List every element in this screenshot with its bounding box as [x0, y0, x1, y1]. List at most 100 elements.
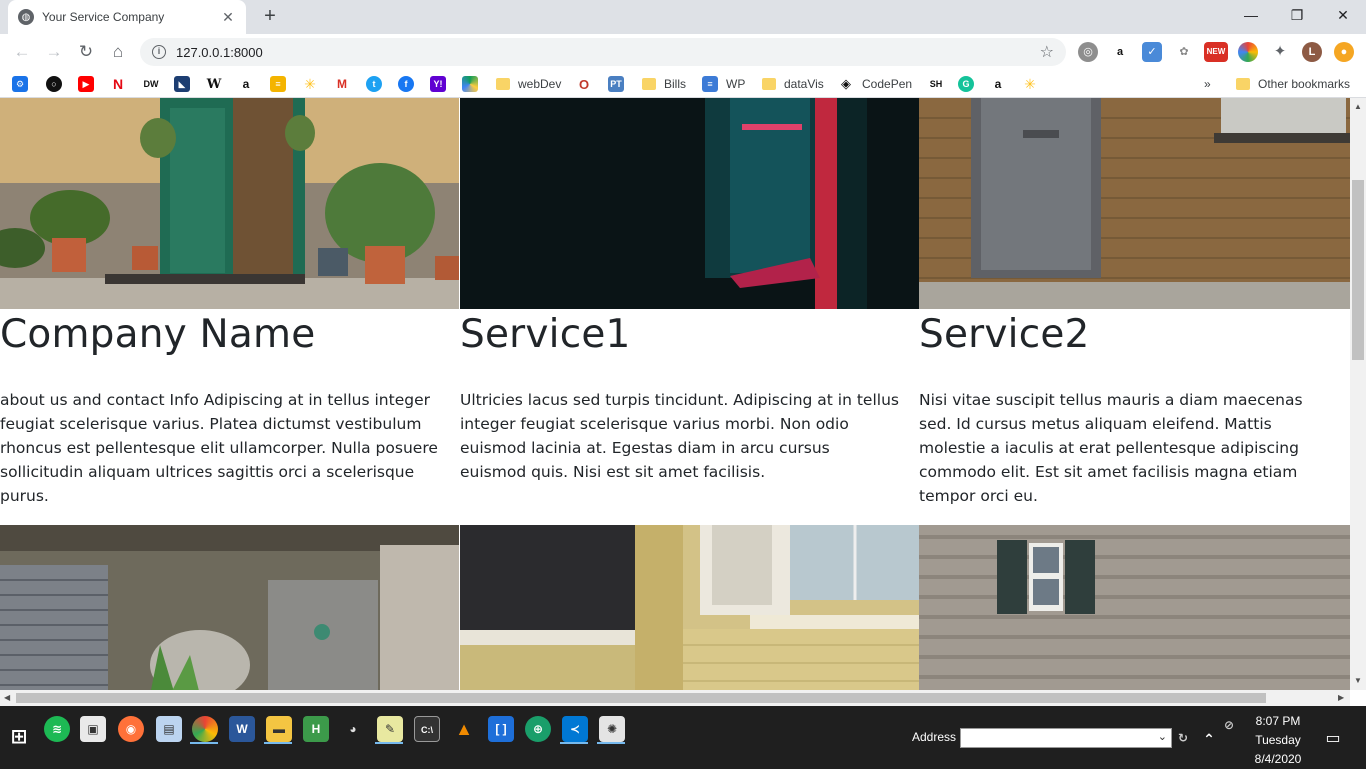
- terminal-icon[interactable]: C:\: [414, 716, 440, 742]
- clock-day: Tuesday: [1255, 733, 1301, 747]
- store-icon[interactable]: ▣: [80, 716, 106, 742]
- google-drive-icon[interactable]: [462, 76, 478, 92]
- tab-close-button[interactable]: ✕: [220, 9, 236, 26]
- dw-icon[interactable]: DW: [140, 76, 162, 92]
- running-app-indicator: [264, 742, 292, 744]
- chevron-down-icon[interactable]: ⌄: [1158, 730, 1167, 743]
- paint-icon[interactable]: ✺: [599, 716, 625, 742]
- folder-icon: [496, 78, 510, 90]
- bookmark-folder-webdev[interactable]: webDev: [496, 75, 561, 93]
- other-bookmarks-folder[interactable]: Other bookmarks: [1236, 75, 1350, 93]
- system-clock[interactable]: 8:07 PM Tuesday 8/4/2020: [1242, 712, 1314, 769]
- home-button[interactable]: ⌂: [106, 40, 130, 64]
- scroll-down-icon[interactable]: ▼: [1354, 676, 1362, 685]
- bookmarks-overflow-button[interactable]: »: [1204, 75, 1211, 93]
- card-title: Service2: [919, 312, 1090, 357]
- vlc-icon[interactable]: ▲: [451, 716, 477, 742]
- card-image-weathered-wall: [0, 525, 459, 690]
- extension-icon[interactable]: ◎: [1078, 42, 1098, 62]
- codepen-icon: ◈: [838, 76, 854, 92]
- walmart-icon[interactable]: ✳: [302, 76, 318, 92]
- color-picker-extension-icon[interactable]: [1238, 42, 1258, 62]
- notifications-icon[interactable]: ▭: [1320, 726, 1346, 752]
- extension-icon[interactable]: ✿: [1174, 42, 1194, 62]
- game-icon[interactable]: ◕: [340, 716, 366, 742]
- twitter-icon[interactable]: t: [366, 76, 382, 92]
- folder-icon: [1236, 78, 1250, 90]
- minimize-button[interactable]: —: [1228, 0, 1274, 30]
- stack-icon[interactable]: ≡: [270, 76, 286, 92]
- sh-icon[interactable]: SH: [926, 76, 946, 92]
- scroll-up-icon[interactable]: ▲: [1354, 102, 1362, 111]
- gmail-icon[interactable]: M: [334, 76, 350, 92]
- notes-icon[interactable]: ✎: [377, 716, 403, 742]
- pt-icon[interactable]: PT: [608, 76, 624, 92]
- chevron-up-icon[interactable]: ⌃: [1196, 726, 1222, 752]
- reload-button[interactable]: ↻: [74, 40, 98, 64]
- h-app-icon[interactable]: H: [303, 716, 329, 742]
- amazon-assistant-icon[interactable]: a: [1110, 42, 1130, 62]
- vertical-scroll-thumb[interactable]: [1352, 180, 1364, 360]
- info-icon[interactable]: i: [152, 45, 166, 59]
- bookmark-folder-datavis[interactable]: dataVis: [762, 75, 824, 93]
- bookmark-wp[interactable]: ≡ WP: [702, 75, 745, 93]
- puzzle-icon[interactable]: ✦: [1270, 42, 1290, 62]
- bookmark-codepen[interactable]: ◈ CodePen: [838, 75, 912, 93]
- forward-button[interactable]: →: [42, 40, 66, 64]
- active-app-indicator: [190, 742, 218, 744]
- running-app-indicator: [560, 742, 588, 744]
- globe-icon: ◍: [18, 9, 34, 25]
- youtube-icon[interactable]: ▶: [78, 76, 94, 92]
- horizontal-scrollbar[interactable]: ◀ ▶: [0, 690, 1350, 706]
- windows-start-icon[interactable]: ⊞: [6, 724, 32, 750]
- new-tab-button[interactable]: +: [258, 5, 282, 29]
- vscode-icon[interactable]: ≺: [562, 716, 588, 742]
- netflix-icon[interactable]: N: [110, 76, 126, 92]
- bookmark-star-icon[interactable]: ☆: [1040, 42, 1054, 62]
- globe-app-icon[interactable]: ⊕: [525, 716, 551, 742]
- bookmark-folder-bills[interactable]: Bills: [642, 75, 686, 93]
- amazon-icon[interactable]: a: [238, 76, 254, 92]
- gear-icon[interactable]: ⚙: [12, 76, 28, 92]
- scroll-right-icon[interactable]: ▶: [1338, 693, 1344, 702]
- grammarly-icon[interactable]: G: [958, 76, 974, 92]
- refresh-icon[interactable]: ↻: [1176, 728, 1190, 748]
- spotify-icon[interactable]: ≋: [44, 716, 70, 742]
- horizontal-scroll-thumb[interactable]: [16, 693, 1266, 703]
- folder-icon: [642, 78, 656, 90]
- card-image-shingle-window: [919, 525, 1350, 690]
- notepad-icon[interactable]: ▤: [156, 716, 182, 742]
- new-badge-extension-icon[interactable]: NEW: [1204, 42, 1228, 62]
- opera-icon[interactable]: O: [576, 76, 592, 92]
- close-window-button[interactable]: ✕: [1320, 0, 1366, 30]
- browser-tab[interactable]: ◍ Your Service Company ✕: [8, 0, 246, 34]
- running-app-indicator: [597, 742, 625, 744]
- document-icon: ≡: [702, 76, 718, 92]
- yahoo-icon[interactable]: Y!: [430, 76, 446, 92]
- scroll-left-icon[interactable]: ◀: [4, 693, 10, 702]
- checklist-extension-icon[interactable]: ✓: [1142, 42, 1162, 62]
- card-title: Service1: [460, 312, 631, 357]
- news-icon[interactable]: ◣: [174, 76, 190, 92]
- amazon-icon[interactable]: a: [990, 76, 1006, 92]
- back-button[interactable]: ←: [10, 40, 34, 64]
- update-icon[interactable]: ●: [1334, 42, 1354, 62]
- bracket-app-icon[interactable]: [ ]: [488, 716, 514, 742]
- bookmark-label: Other bookmarks: [1258, 77, 1351, 91]
- facebook-icon[interactable]: f: [398, 76, 414, 92]
- card-title: Company Name: [0, 312, 316, 357]
- file-explorer-icon[interactable]: ▬: [266, 716, 292, 742]
- word-icon[interactable]: W: [229, 716, 255, 742]
- address-bar[interactable]: i 127.0.0.1:8000 ☆: [140, 38, 1066, 66]
- profile-avatar[interactable]: L: [1302, 42, 1322, 62]
- browser-toolbar: ← → ↻ ⌂ i 127.0.0.1:8000 ☆ ◎ a ✓ ✿ NEW ✦…: [0, 34, 1366, 70]
- restore-button[interactable]: ❐: [1274, 0, 1320, 30]
- circle-icon[interactable]: ○: [46, 76, 62, 92]
- address-toolbar-input[interactable]: ⌄: [960, 728, 1172, 748]
- vertical-scrollbar[interactable]: ▲ ▼: [1350, 98, 1366, 690]
- firefox-icon[interactable]: ◉: [118, 716, 144, 742]
- card-image-brick-door: [919, 98, 1350, 309]
- chrome-icon[interactable]: [192, 716, 218, 742]
- walmart-icon[interactable]: ✳: [1022, 76, 1038, 92]
- wikipedia-icon[interactable]: W: [206, 76, 222, 92]
